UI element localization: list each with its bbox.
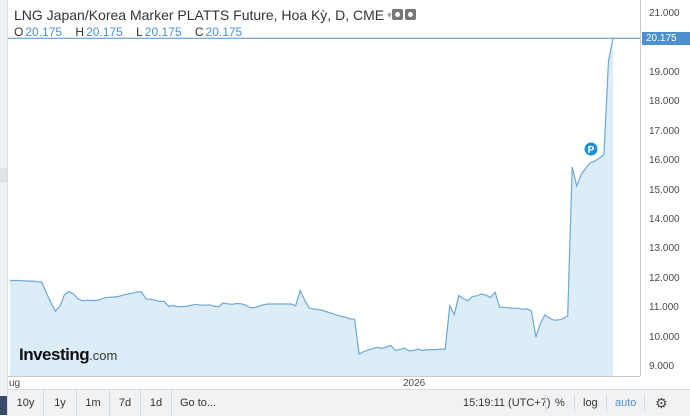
price-tick: 11.000 (649, 302, 679, 314)
price-tick: 13.000 (649, 243, 680, 255)
logo-tld: .com (89, 348, 118, 363)
chevron-down-icon[interactable]: ▾ (387, 10, 392, 20)
bottom-toolbar: 10y 1y 1m 7d 1d Go to... 15:19:11 (UTC+7… (8, 389, 690, 416)
logo-brand: Investing (19, 345, 90, 364)
price-tick: 17.000 (649, 125, 680, 137)
divider (545, 394, 546, 412)
percent-toggle[interactable]: % (555, 390, 565, 416)
chart-widget: P LNG Japan/Korea Marker PLATTS Future, … (0, 0, 690, 416)
divider (644, 394, 645, 412)
price-tick: 21.000 (649, 8, 680, 19)
settings-small-icon[interactable] (405, 9, 416, 20)
open-value: 20.175 (25, 25, 63, 39)
investing-logo[interactable]: Investing.com (19, 345, 117, 365)
symbol-title[interactable]: LNG Japan/Korea Marker PLATTS Future, Ho… (14, 7, 384, 23)
side-panel-tab[interactable] (0, 396, 7, 415)
event-marker-p[interactable]: P (584, 142, 598, 157)
divider (606, 394, 607, 412)
price-axis[interactable]: 21.00020.00019.00018.00017.00016.00015.0… (640, 0, 690, 376)
price-tick: 18.000 (649, 96, 680, 108)
low-label: L (136, 25, 143, 39)
range-1d-button[interactable]: 1d (141, 390, 172, 416)
high-label: H (75, 25, 85, 39)
auto-scale-toggle[interactable]: auto (615, 390, 636, 416)
time-tick-left: ug (9, 378, 21, 389)
high-value: 20.175 (86, 25, 123, 39)
price-tick: 12.000 (649, 272, 680, 284)
open-label: O (14, 25, 24, 39)
range-10y-button[interactable]: 10y (8, 390, 44, 416)
svg-text:P: P (588, 145, 595, 156)
price-area-fill (10, 38, 613, 377)
gear-icon[interactable]: ⚙ (655, 394, 668, 412)
time-tick-year: 2026 (403, 378, 426, 389)
price-tick: 10.000 (649, 331, 680, 343)
range-1m-button[interactable]: 1m (77, 390, 110, 416)
close-value: 20.175 (205, 25, 243, 39)
price-tick: 19.000 (649, 66, 680, 78)
low-value: 20.175 (144, 25, 182, 39)
clock-display[interactable]: 15:19:11 (UTC+7) (463, 390, 551, 416)
chart-pane[interactable]: P (8, 0, 640, 377)
price-tick: 9.000 (649, 361, 675, 372)
range-1y-button[interactable]: 1y (44, 390, 77, 416)
price-chart[interactable]: P (8, 0, 640, 377)
side-panel-handle[interactable] (0, 168, 7, 182)
price-tick: 15.000 (649, 184, 680, 196)
price-tick: 16.000 (649, 155, 680, 167)
goto-button[interactable]: Go to... (180, 390, 216, 416)
last-price-tag: 20.175 (642, 32, 690, 45)
range-7d-button[interactable]: 7d (110, 390, 141, 416)
log-toggle[interactable]: log (583, 390, 598, 416)
ohlc-legend: O 20.175 H 20.175 L 20.175 C 20.175 (14, 25, 252, 39)
divider (574, 394, 575, 412)
chart-title[interactable]: LNG Japan/Korea Marker PLATTS Future, Ho… (14, 7, 392, 23)
screenshot-icon[interactable] (392, 9, 403, 20)
close-label: C (194, 25, 204, 39)
left-panel-edge (0, 0, 8, 415)
price-tick: 14.000 (649, 213, 680, 225)
